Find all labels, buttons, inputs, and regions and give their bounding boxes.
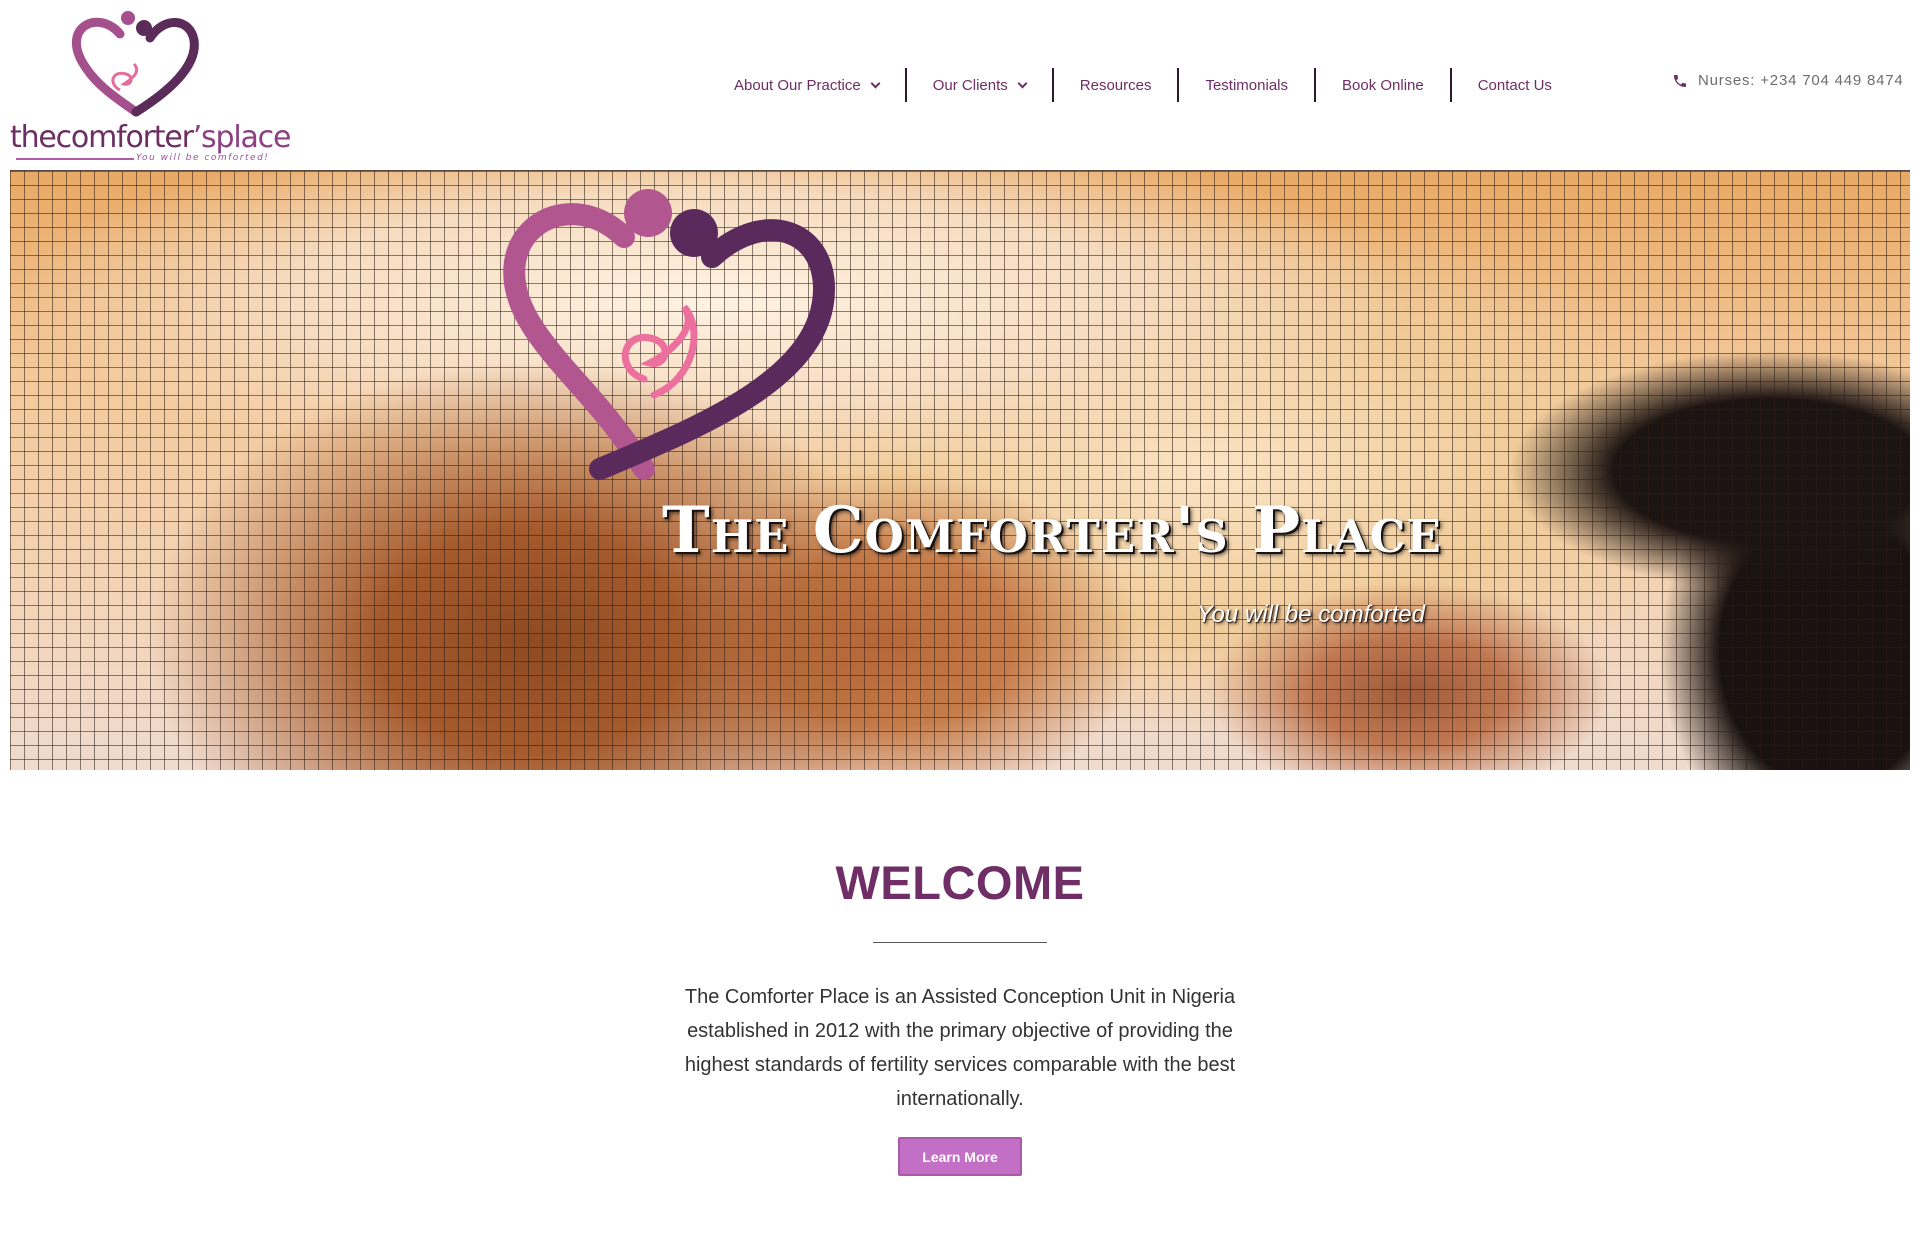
nav-label: Resources <box>1079 76 1152 94</box>
hero-grid-overlay <box>10 171 1910 770</box>
nav-resources[interactable]: Resources <box>1054 68 1178 102</box>
nav-testimonials[interactable]: Testimonials <box>1179 68 1314 102</box>
welcome-heading: WELCOME <box>835 856 1085 909</box>
nav-book-online[interactable]: Book Online <box>1316 68 1450 102</box>
phone-text: Nurses: +234 704 449 8474 <box>1698 72 1904 89</box>
nav-label: Book Online <box>1342 76 1424 94</box>
main-nav: About Our Practice Our Clients Resources… <box>710 68 1578 102</box>
learn-more-button[interactable]: Learn More <box>898 1137 1022 1176</box>
logo-wordmark: thecomforter’splace <box>10 120 291 155</box>
hero-title: The Comforter's Place <box>662 493 1442 568</box>
nav-contact-us[interactable]: Contact Us <box>1452 68 1578 102</box>
phone-icon <box>1674 74 1686 87</box>
nav-about-our-practice[interactable]: About Our Practice <box>710 68 905 102</box>
heart-logo-icon <box>71 11 199 117</box>
hero-banner: The Comforter's Place You will be comfor… <box>10 170 1910 770</box>
chevron-down-icon <box>1017 78 1028 88</box>
nav-our-clients[interactable]: Our Clients <box>907 68 1052 102</box>
nav-label: Testimonials <box>1205 76 1288 94</box>
hero-subtitle: You will be comforted <box>1196 601 1425 628</box>
nav-label: Our Clients <box>932 76 1008 94</box>
chevron-down-icon <box>870 78 881 88</box>
hero-heart-logo-icon <box>503 189 836 480</box>
site-logo[interactable]: thecomforter’splace You will be comforte… <box>8 8 291 164</box>
nurses-phone-link[interactable]: Nurses: +234 704 449 8474 <box>1672 72 1904 89</box>
logo-tagline: You will be comforted! <box>136 153 270 163</box>
nav-label: About Our Practice <box>734 76 861 94</box>
welcome-body-text: The Comforter Place is an Assisted Conce… <box>684 986 1236 1110</box>
nav-label: Contact Us <box>1477 76 1552 94</box>
welcome-divider <box>873 942 1047 943</box>
logo-underline <box>16 158 134 160</box>
site-header: thecomforter’splace You will be comforte… <box>0 0 1920 170</box>
